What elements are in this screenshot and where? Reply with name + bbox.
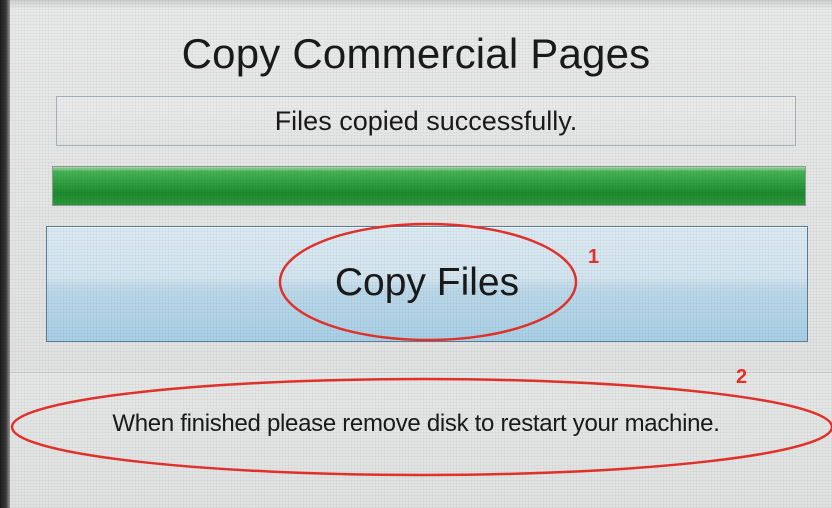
annotation-number-1: 1 (588, 246, 600, 268)
footer-instruction: When finished please remove disk to rest… (112, 410, 720, 437)
copy-files-button-label: Copy Files (334, 261, 520, 304)
top-edge (10, 0, 832, 8)
page-title: Copy Commercial Pages (181, 30, 651, 77)
status-message: Files copied successfully. (274, 106, 578, 136)
footer-panel (10, 372, 832, 508)
progress-bar (52, 166, 806, 206)
annotation-number-2: 2 (736, 366, 748, 388)
status-message-box: Files copied successfully. (56, 96, 796, 146)
progress-bar-fill (53, 167, 805, 205)
copy-files-button[interactable]: Copy Files (46, 226, 808, 342)
installer-screen: Copy Commercial Pages Files copied succe… (0, 0, 832, 508)
